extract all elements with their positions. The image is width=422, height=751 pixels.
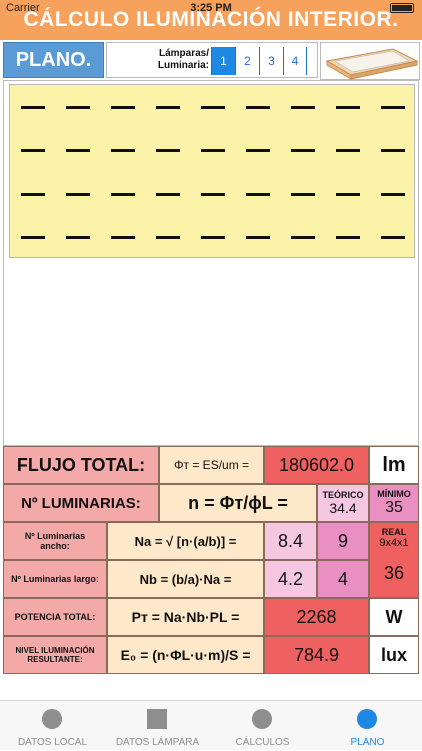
flux-value: 180602.0 <box>264 446 369 484</box>
flux-unit: lm <box>369 446 419 484</box>
luminaire-mark <box>246 192 271 196</box>
tab-label: DATOS LOCAL <box>17 737 88 748</box>
luminaire-mark <box>246 236 271 240</box>
luminaire-mark <box>381 192 406 196</box>
lamp-option-2[interactable]: 2 <box>235 47 259 75</box>
largo-value-theoretical: 4.2 <box>264 560 317 598</box>
tab-label: CÁLCULOS <box>235 737 290 748</box>
luminaire-mark <box>155 192 180 196</box>
level-unit: lux <box>369 636 419 674</box>
luminaire-mark <box>246 105 271 109</box>
real-value: 36 <box>383 563 405 583</box>
tab-label: PLANO <box>350 737 385 748</box>
power-label: POTENCIA TOTAL: <box>3 598 107 636</box>
luminaire-image <box>320 42 420 80</box>
ancho-formula: Na = √ [n·(a/b)] = <box>107 522 264 560</box>
luminaire-mark <box>381 149 406 153</box>
luminaire-mark <box>155 236 180 240</box>
level-label: NIVEL ILUMINACIÓN RESULTANTE: <box>3 636 107 674</box>
real-label: REAL <box>381 527 407 537</box>
minimo-value: 35 <box>385 499 403 516</box>
luminaire-mark <box>20 236 45 240</box>
ancho-value-rounded: 9 <box>317 522 369 560</box>
luminaire-mark <box>246 149 271 153</box>
luminaire-mark <box>201 149 225 153</box>
lamp-option-1[interactable]: 1 <box>211 47 235 75</box>
luminaire-mark <box>336 105 361 109</box>
luminaires-formula: n = Φт/ϕL = <box>159 484 317 522</box>
largo-label: Nº Luminarias largo: <box>3 560 107 598</box>
power-unit: W <box>369 598 419 636</box>
luminaire-mark <box>110 236 135 240</box>
luminaire-mark <box>291 236 316 240</box>
teorico-cell: TEÓRICO 34.4 <box>317 484 369 522</box>
luminaire-mark <box>65 192 90 196</box>
teorico-value: 34.4 <box>329 500 357 516</box>
circle-icon <box>357 709 377 729</box>
luminaire-mark <box>336 236 361 240</box>
largo-value-rounded: 4 <box>317 560 369 598</box>
lamps-label-line2: Luminaria: <box>157 60 209 71</box>
luminaire-mark <box>155 149 180 153</box>
luminaire-mark <box>65 105 90 109</box>
luminaire-mark <box>291 105 316 109</box>
lamp-option-3[interactable]: 3 <box>259 47 283 75</box>
page-title: CÁLCULO ILUMINACIÓN INTERIOR. <box>23 8 399 31</box>
luminaire-mark <box>381 105 406 109</box>
minimo-label: MÍNIMO <box>377 489 411 499</box>
luminaire-mark <box>336 149 361 153</box>
luminaire-mark <box>336 192 361 196</box>
flux-label: FLUJO TOTAL: <box>3 446 159 484</box>
luminaire-mark <box>110 149 135 153</box>
lamp-option-4[interactable]: 4 <box>283 47 307 75</box>
luminaire-mark <box>201 236 225 240</box>
luminaire-mark <box>110 192 135 196</box>
luminaire-mark <box>201 192 225 196</box>
tab-calculos[interactable]: CÁLCULOS <box>210 701 315 751</box>
level-value: 784.9 <box>264 636 369 674</box>
luminaire-mark <box>20 105 45 109</box>
tab-datos-lampara[interactable]: DATOS LÁMPARA <box>105 701 210 751</box>
square-icon <box>147 709 167 729</box>
luminaire-mark <box>20 192 45 196</box>
luminaire-icon <box>325 48 419 80</box>
largo-formula: Nb = (b/a)·Na = <box>107 560 264 598</box>
power-value: 2268 <box>264 598 369 636</box>
luminaire-mark <box>20 149 45 153</box>
luminaire-mark <box>291 192 316 196</box>
tab-datos-local[interactable]: DATOS LOCAL <box>0 701 105 751</box>
lamps-label-line1: Lámparas/ <box>158 48 209 59</box>
ancho-value-theoretical: 8.4 <box>264 522 317 560</box>
plano-label: PLANO. <box>3 42 104 78</box>
luminaire-mark <box>201 105 225 109</box>
ancho-label: Nº Luminarias ancho: <box>3 522 107 560</box>
luminaire-mark <box>291 149 316 153</box>
minimo-cell: MÍNIMO 35 <box>369 484 419 522</box>
level-formula: E₀ = (n·ΦL·u·m)/S = <box>107 636 264 674</box>
tab-plano[interactable]: PLANO <box>315 701 420 751</box>
luminaire-mark <box>155 105 180 109</box>
real-cell: REAL 9x4x1 36 <box>369 522 419 598</box>
lamps-per-luminaire-label: Lámparas/ Luminaria: <box>143 48 209 72</box>
circle-icon <box>42 709 62 729</box>
flux-formula: Φт = ES/um = <box>159 446 264 484</box>
tab-label: DATOS LÁMPARA <box>115 737 200 748</box>
teorico-label: TEÓRICO <box>322 490 364 500</box>
lamps-per-luminaire-selector: Lámparas/ Luminaria: 1 2 3 4 <box>106 42 318 78</box>
circle-icon <box>252 709 272 729</box>
luminaires-label: Nº LUMINARIAS: <box>3 484 159 522</box>
tab-bar: DATOS LOCAL DATOS LÁMPARA CÁLCULOS PLANO <box>0 700 422 750</box>
luminaire-mark <box>65 149 90 153</box>
power-formula: Pт = Na·Nb·PL = <box>107 598 264 636</box>
luminaire-mark <box>65 236 90 240</box>
luminaire-mark <box>381 236 406 240</box>
real-detail: 9x4x1 <box>379 537 409 549</box>
room-plan <box>9 84 415 258</box>
luminaire-mark <box>110 105 135 109</box>
